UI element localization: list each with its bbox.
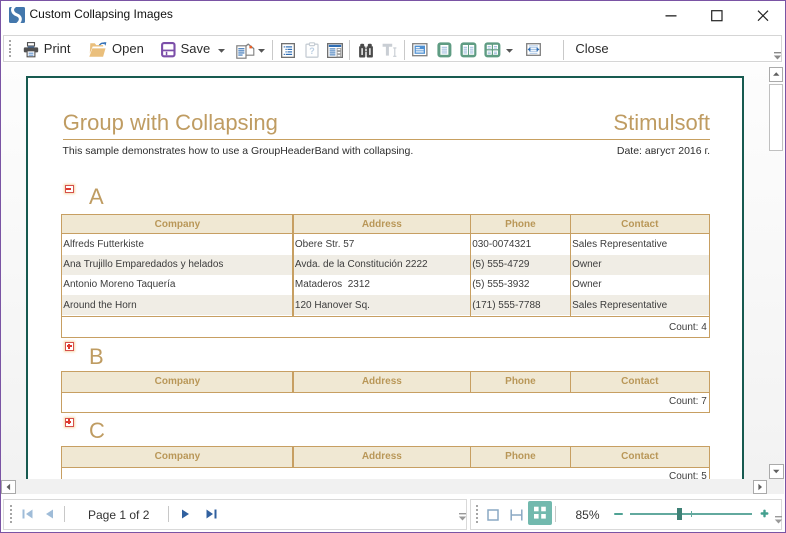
svg-text:?: ?: [309, 46, 315, 56]
